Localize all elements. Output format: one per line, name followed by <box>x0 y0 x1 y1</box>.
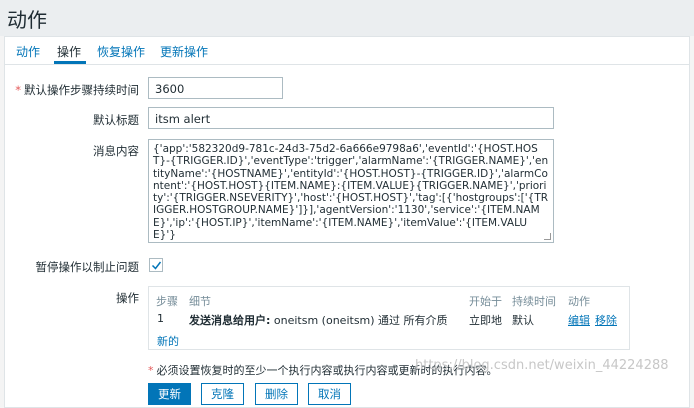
step-duration-input[interactable]: 3600 <box>148 77 283 99</box>
pause-label: 暂停操作以制止问题 <box>35 260 140 274</box>
page-title: 动作 <box>7 8 47 32</box>
operation-duration: 默认 <box>512 314 534 327</box>
required-mark: * <box>15 83 21 97</box>
tab-update-operations[interactable]: 更新操作 <box>160 43 208 60</box>
column-header-start: 开始于 <box>469 295 502 308</box>
operation-step: 1 <box>157 312 164 325</box>
step-duration-label: * 默认操作步骤持续时间 <box>15 82 139 98</box>
action-form-card: 动作 操作 恢复操作 更新操作 * 默认操作步骤持续时间 3600 默认标题 it… <box>4 36 690 408</box>
cancel-button[interactable]: 取消 <box>308 383 351 405</box>
column-header-detail: 细节 <box>189 295 211 308</box>
step-duration-label-text: 默认操作步骤持续时间 <box>24 83 139 97</box>
update-button[interactable]: 更新 <box>148 383 191 405</box>
checkmark-icon <box>151 261 162 270</box>
operation-start: 立即地 <box>469 314 502 327</box>
tab-operations[interactable]: 操作 <box>57 43 81 60</box>
subject-input[interactable]: itsm alert <box>148 107 554 129</box>
delete-button[interactable]: 删除 <box>255 383 298 405</box>
operation-detail-type: 发送消息给用户: <box>189 314 271 327</box>
message-label: 消息内容 <box>93 144 139 158</box>
subject-label: 默认标题 <box>93 113 139 127</box>
operation-detail-text: oneitsm (oneitsm) 通过 所有介质 <box>270 314 448 327</box>
tab-bar: 动作 操作 恢复操作 更新操作 <box>5 37 689 65</box>
clone-button[interactable]: 克隆 <box>201 383 244 405</box>
watermark-text: https://blog.csdn.net/weixin_44224288 <box>415 358 669 373</box>
operation-detail: 发送消息给用户: oneitsm (oneitsm) 通过 所有介质 <box>189 312 448 328</box>
active-tab-indicator <box>54 61 86 64</box>
header-bar: 动作 <box>0 0 694 36</box>
tab-recovery-operations[interactable]: 恢复操作 <box>97 43 145 60</box>
pause-checkbox[interactable] <box>149 258 163 272</box>
new-operation-link[interactable]: 新的 <box>157 333 179 349</box>
column-header-step: 步骤 <box>156 295 178 308</box>
operations-label: 操作 <box>116 291 139 305</box>
remove-operation-link[interactable]: 移除 <box>595 312 617 328</box>
column-header-duration: 持续时间 <box>512 295 556 308</box>
note-required-mark: * <box>148 364 154 377</box>
tab-action[interactable]: 动作 <box>16 43 40 60</box>
operations-table: 步骤 细节 开始于 持续时间 动作 1 发送消息给用户: oneitsm (on… <box>148 286 630 350</box>
message-textarea[interactable]: {'app':'582320d9-781c-24d3-75d2-6a666e97… <box>148 139 554 243</box>
column-header-action: 动作 <box>568 295 590 308</box>
edit-operation-link[interactable]: 编辑 <box>568 312 590 328</box>
